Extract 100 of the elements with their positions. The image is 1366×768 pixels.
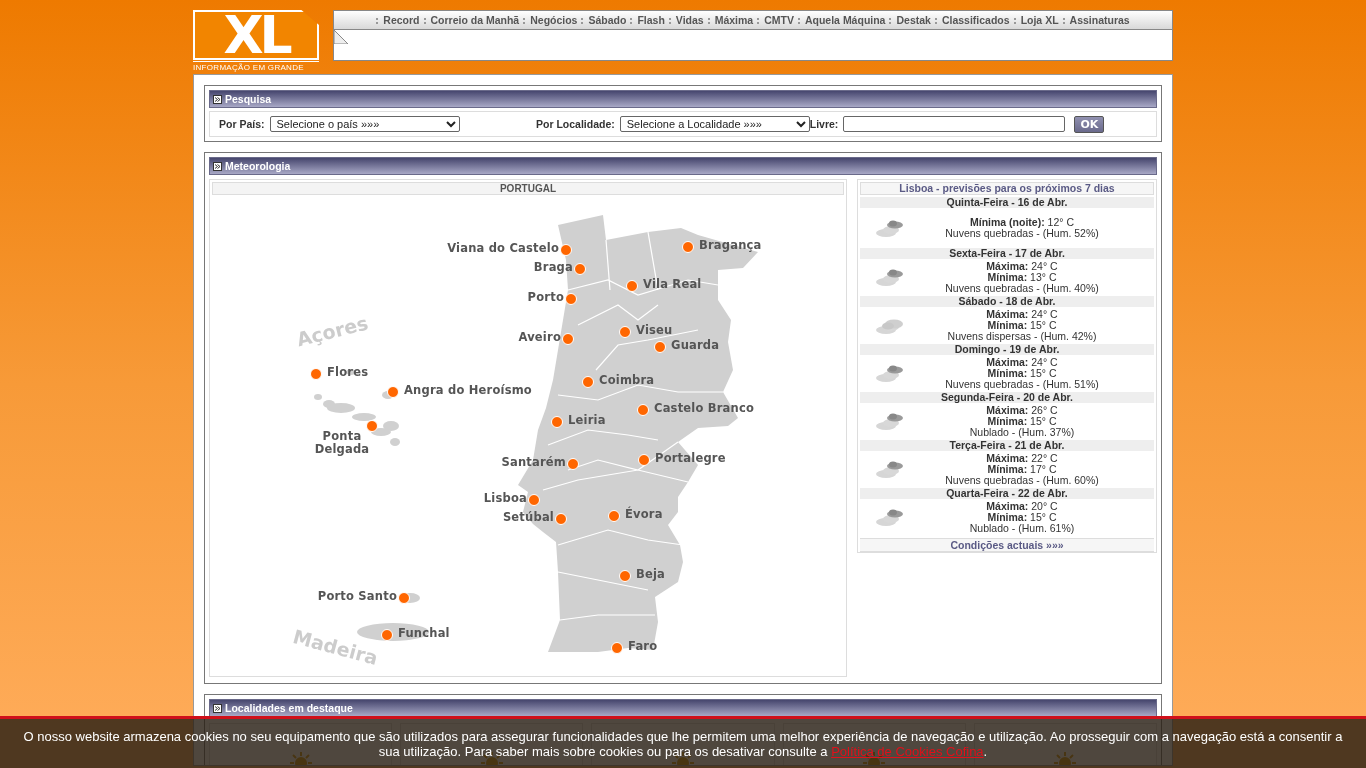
- dots-icon: [934, 16, 938, 24]
- city-label[interactable]: Viseu: [636, 324, 673, 337]
- city-label[interactable]: Angra do Heroísmo: [404, 384, 532, 397]
- city-label[interactable]: Braga: [533, 261, 573, 274]
- city-label[interactable]: Funchal: [398, 627, 450, 640]
- field-label: Por País:: [219, 118, 265, 130]
- cloud-icon: [876, 461, 904, 478]
- nav-link[interactable]: Negócios: [530, 14, 578, 26]
- dropdown[interactable]: Selecione o país »»»: [269, 116, 460, 132]
- arrow-icon: [213, 703, 222, 713]
- arrow-icon: [213, 161, 222, 171]
- nav-link[interactable]: Record: [383, 14, 420, 26]
- field-label: Por Localidade:: [536, 118, 615, 130]
- dots-icon: [581, 16, 585, 24]
- nav-link[interactable]: Classificados: [941, 14, 1010, 26]
- nav-link[interactable]: Sábado: [588, 14, 627, 26]
- conditions-text: Nuvens quebradas - (Hum. 40%): [944, 283, 1100, 294]
- cloud-icon: [876, 365, 904, 382]
- day-header: Quarta-Feira - 22 de Abr.: [860, 488, 1154, 499]
- city-label[interactable]: Lisboa: [483, 492, 527, 505]
- cloud-icon: [876, 413, 904, 430]
- map-pin[interactable]: [366, 420, 378, 432]
- panel-title: Meteorologia: [225, 160, 291, 172]
- city-label[interactable]: Aveiro: [518, 331, 561, 344]
- panel-title: Pesquisa: [225, 93, 272, 105]
- dots-icon: [668, 16, 672, 24]
- dots-icon: [889, 16, 893, 24]
- dots-icon: [1062, 16, 1066, 24]
- cloud-icon: [876, 219, 904, 237]
- city-label[interactable]: Porto Santo: [317, 590, 397, 603]
- conditions-text: Nublado - (Hum. 61%): [968, 523, 1076, 534]
- map-title: PORTUGAL: [212, 182, 844, 195]
- city-label[interactable]: Castelo Branco: [654, 402, 755, 415]
- map-pin[interactable]: [560, 244, 572, 256]
- city-label[interactable]: Bragança: [699, 239, 762, 252]
- city-label[interactable]: Évora: [625, 508, 663, 521]
- nav-link[interactable]: Máxima: [714, 14, 754, 26]
- city-label[interactable]: Beja: [636, 568, 666, 581]
- city-label[interactable]: Guarda: [671, 339, 720, 352]
- city-label[interactable]: Viana do Castelo: [447, 242, 559, 255]
- city-label[interactable]: Portalegre: [655, 452, 726, 465]
- nav-link[interactable]: Assinaturas: [1069, 14, 1130, 26]
- nav-link[interactable]: CMTV: [764, 14, 794, 26]
- temperature-text: Máxima: 26° C: [985, 405, 1059, 416]
- conditions-text: Nuvens quebradas - (Hum. 51%): [944, 379, 1100, 390]
- dots-icon: [376, 16, 380, 24]
- city-label[interactable]: Porto: [527, 291, 564, 304]
- dropdown[interactable]: Selecione a Localidade »»»: [619, 116, 810, 132]
- city-label[interactable]: Coimbra: [599, 374, 655, 387]
- temperature-text: Mínima: 15° C: [986, 416, 1058, 427]
- logo-tagline: INFORMAÇÃO EM GRANDE: [193, 61, 319, 72]
- city-label[interactable]: Setúbal: [502, 511, 554, 524]
- cloud-icon: [876, 509, 904, 526]
- map-pin[interactable]: [565, 293, 577, 305]
- day-header: Terça-Feira - 21 de Abr.: [860, 440, 1154, 451]
- field-label: Livre:: [809, 118, 839, 130]
- nav-link[interactable]: Correio da Manhã: [430, 14, 520, 26]
- map-pin[interactable]: [387, 386, 399, 398]
- nav-link[interactable]: Flash: [637, 14, 665, 26]
- dots-icon: [707, 16, 711, 24]
- temperature-text: Máxima: 24° C: [985, 261, 1059, 272]
- city-label[interactable]: Ponta Delgada: [307, 430, 377, 456]
- arrow-icon: [213, 94, 222, 104]
- day-header: Domingo - 19 de Abr.: [860, 344, 1154, 355]
- city-label[interactable]: Santarém: [501, 456, 566, 469]
- conditions-text: Nuvens dispersas - (Hum. 42%): [946, 331, 1098, 342]
- nav-link[interactable]: Vidas: [675, 14, 704, 26]
- temperature-text: Mínima: 13° C: [986, 272, 1058, 283]
- day-header: Segunda-Feira - 20 de Abr.: [860, 392, 1154, 403]
- dots-icon: [1013, 16, 1017, 24]
- cloud-icon: [876, 269, 904, 286]
- day-header: Sábado - 18 de Abr.: [860, 296, 1154, 307]
- city-label[interactable]: Leiria: [568, 414, 606, 427]
- ok-button[interactable]: OK: [1074, 115, 1105, 133]
- temperature-text: Máxima: 24° C: [985, 309, 1059, 320]
- temperature-text: Mínima: 15° C: [986, 320, 1058, 331]
- temperature-text: Mínima: 15° C: [986, 512, 1058, 523]
- map-pin[interactable]: [398, 592, 410, 604]
- nav-link[interactable]: Destak: [896, 14, 931, 26]
- search-field[interactable]: [843, 116, 1066, 132]
- nav-link[interactable]: Aquela Máquina: [804, 14, 886, 26]
- dots-icon: [423, 16, 427, 24]
- day-header: Quinta-Feira - 16 de Abr.: [860, 197, 1154, 208]
- cookie-notice: O nosso website armazena cookies no seu equipamento que são utilizados para assegurar funcionalidades que lhe permitem uma melhor experiência de navegação e utilização. Ao prosseguir com a navegação está a consentir a sua utilização. Para saber mais sobre cookies ou para os desativar consulte a Política de Cookies Cofina.: [22, 728, 1344, 759]
- nav-link[interactable]: Loja XL: [1020, 14, 1059, 26]
- conditions-text: Nuvens quebradas - (Hum. 52%): [944, 228, 1100, 239]
- city-label[interactable]: Vila Real: [643, 278, 702, 291]
- temperature-text: Mínima: 15° C: [986, 368, 1058, 379]
- day-header: Sexta-Feira - 17 de Abr.: [860, 248, 1154, 259]
- panel-title: Localidades em destaque: [225, 702, 353, 714]
- city-label[interactable]: Faro: [628, 640, 658, 653]
- conditions-text: Nuvens quebradas - (Hum. 60%): [944, 475, 1100, 486]
- temperature-text: Máxima: 22° C: [985, 453, 1059, 464]
- dots-icon: [523, 16, 527, 24]
- map-pin[interactable]: [310, 368, 322, 380]
- city-label[interactable]: Flores: [327, 366, 369, 379]
- temperature-text: Mínima: 17° C: [986, 464, 1058, 475]
- temperature-text: Máxima: 20° C: [985, 501, 1059, 512]
- temperature-text: Máxima: 24° C: [985, 357, 1059, 368]
- cloud-icon: [876, 317, 904, 334]
